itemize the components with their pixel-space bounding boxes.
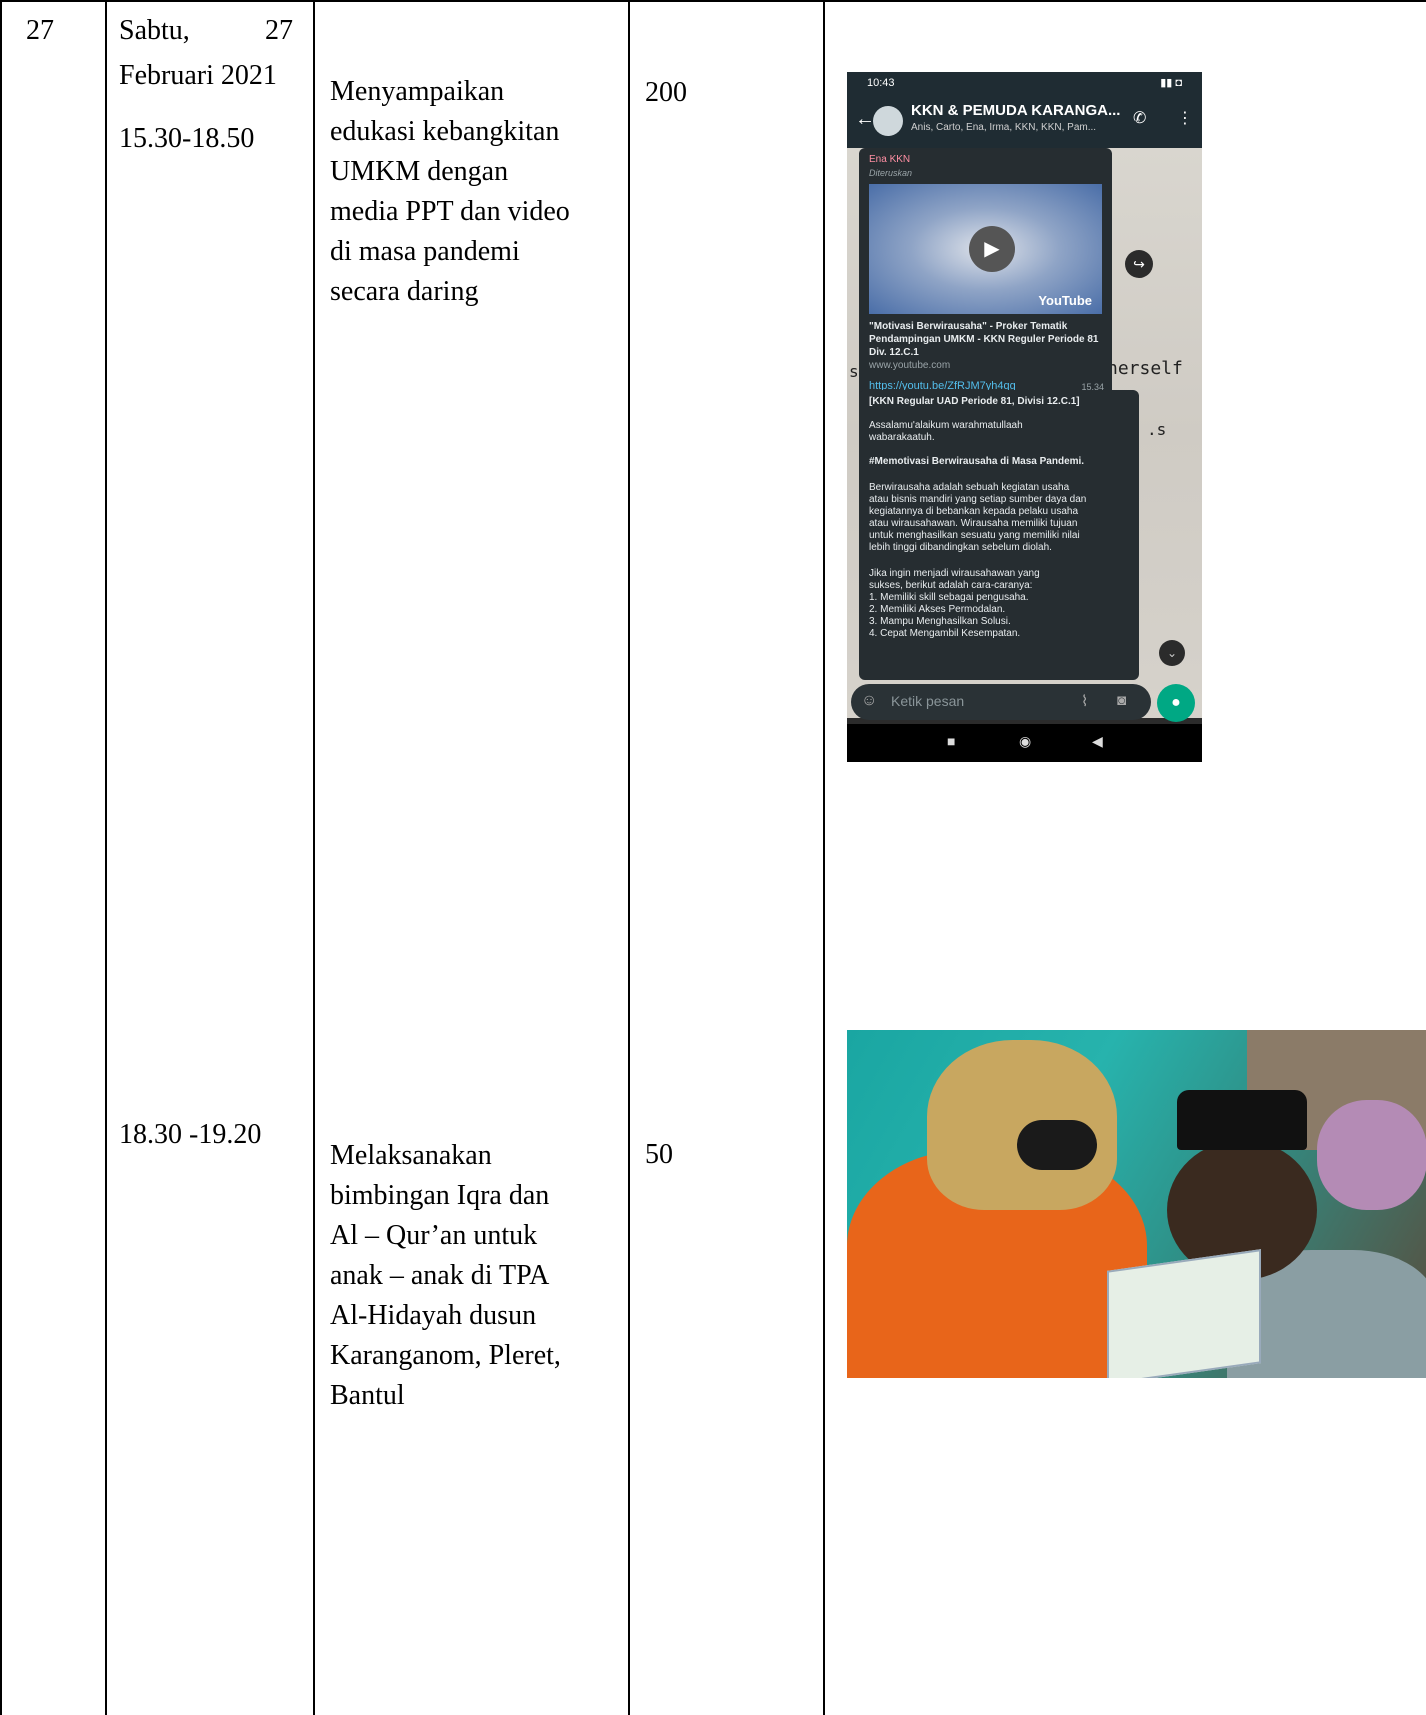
message-input[interactable]: ☺ Ketik pesan ⌇ ◙ — [851, 684, 1151, 720]
chat-header: ← KKN & PEMUDA KARANGA... Anis, Carto, E… — [847, 94, 1202, 148]
message-line: Assalamu'alaikum warahmatullaah — [869, 420, 1023, 431]
camera-icon[interactable]: ◙ — [1117, 692, 1126, 709]
mic-icon[interactable]: ● — [1157, 684, 1195, 722]
message-sender: Ena KKN — [869, 154, 911, 165]
day-label: Sabtu, — [119, 15, 190, 46]
add-call-icon[interactable]: ✆ — [1133, 108, 1146, 128]
description-line: anak – anak di TPA — [330, 1260, 550, 1291]
activity-description-2: Melaksanakan bimbingan Iqra dan Al – Qur… — [330, 1136, 561, 1416]
signal-battery-icon: ▮▮ ◘ — [1160, 77, 1182, 89]
description-line: Melaksanakan — [330, 1140, 492, 1171]
youtube-logo: YouTube — [1038, 293, 1092, 308]
scroll-down-icon[interactable]: ⌄ — [1159, 640, 1185, 666]
description-line: UMKM dengan — [330, 156, 509, 187]
group-members: Anis, Carto, Ena, Irma, KKN, KKN, Pam... — [911, 122, 1097, 133]
attach-icon[interactable]: ⌇ — [1081, 692, 1088, 710]
status-time: 10:43 — [867, 77, 895, 89]
table-divider-1 — [105, 0, 107, 1715]
description-line: Al – Qur’an untuk — [330, 1220, 538, 1251]
message-line: [KKN Regular UAD Periode 81, Divisi 12.C… — [869, 396, 1080, 407]
activity-time-1: 15.30-18.50 — [119, 123, 255, 154]
tpa-teaching-photo — [847, 1030, 1426, 1378]
status-bar: 10:43 ▮▮ ◘ — [847, 72, 1202, 94]
message-line: atau wirausahawan. Wirausaha memiliki tu… — [869, 518, 1078, 529]
description-line: media PPT dan video — [330, 196, 570, 227]
table-divider-3 — [628, 0, 630, 1715]
table-border-top — [0, 0, 1426, 2]
input-placeholder[interactable]: Ketik pesan — [891, 693, 964, 709]
activity-time-2: 18.30 -19.20 — [119, 1119, 262, 1150]
recents-icon[interactable]: ■ — [947, 733, 955, 749]
description-line: secara daring — [330, 276, 479, 307]
row-number: 27 — [26, 15, 54, 46]
whatsapp-screenshot: s nerself .s 10:43 ▮▮ ◘ ← KKN & PEMUDA K… — [847, 72, 1202, 762]
message-line: 1. Memiliki skill sebagai pengusaha. — [869, 592, 1029, 603]
description-line: edukasi kebangkitan — [330, 116, 560, 147]
forward-icon[interactable]: ↪ — [1125, 250, 1153, 278]
table-divider-4 — [823, 0, 825, 1715]
message-line: Berwirausaha adalah sebuah kegiatan usah… — [869, 482, 1070, 493]
description-line: di masa pandemi — [330, 236, 520, 267]
month-year: Februari 2021 — [119, 60, 277, 91]
message-line: Jika ingin menjadi wirausahawan yang — [869, 568, 1040, 579]
video-title: "Motivasi Berwirausaha" - Proker Tematik… — [869, 321, 1099, 358]
participant-count-1: 200 — [645, 77, 687, 108]
message-line: atau bisnis mandiri yang setiap sumber d… — [869, 494, 1087, 505]
description-line: Bantul — [330, 1380, 405, 1411]
message-line: #Memotivasi Berwirausaha di Masa Pandemi… — [869, 456, 1085, 467]
description-line: Menyampaikan — [330, 76, 505, 107]
day-number: 27 — [265, 15, 293, 46]
text-message-bubble[interactable]: [KKN Regular UAD Periode 81, Divisi 12.C… — [859, 390, 1139, 680]
video-domain: www.youtube.com — [869, 360, 951, 371]
activity-description-1: Menyampaikan edukasi kebangkitan UMKM de… — [330, 72, 570, 312]
message-line: 4. Cepat Mengambil Kesempatan. — [869, 628, 1021, 639]
message-line: 2. Memiliki Akses Permodalan. — [869, 604, 1006, 615]
forwarded-label: Diteruskan — [869, 168, 913, 178]
android-nav-bar: ■ ◉ ◀ — [847, 724, 1202, 762]
table-border-left — [0, 0, 2, 1715]
emoji-icon[interactable]: ☺ — [861, 692, 877, 710]
participant-count-2: 50 — [645, 1139, 673, 1170]
background-text-left: s — [849, 362, 859, 381]
back-arrow-icon[interactable]: ← — [855, 108, 875, 131]
message-line: untuk menghasilkan sesuatu yang memiliki… — [869, 530, 1080, 541]
message-line: lebih tinggi dibandingkan sebelum diolah… — [869, 542, 1052, 553]
group-name[interactable]: KKN & PEMUDA KARANGA... — [911, 102, 1120, 119]
description-line: Karanganom, Pleret, — [330, 1340, 561, 1371]
back-nav-icon[interactable]: ◀ — [1092, 733, 1103, 750]
background-text-right-2: .s — [1147, 420, 1167, 439]
message-line: wabarakaatuh. — [869, 432, 935, 443]
play-icon[interactable]: ▶ — [969, 226, 1015, 272]
message-line: kegiatannya di bebankan kepada pelaku us… — [869, 506, 1079, 517]
background-text-right: nerself — [1107, 358, 1183, 379]
description-line: Al-Hidayah dusun — [330, 1300, 537, 1331]
message-line: sukses, berikut adalah cara-caranya: — [869, 580, 1033, 591]
group-avatar[interactable] — [873, 106, 903, 136]
message-line: 3. Mampu Menghasilkan Solusi. — [869, 616, 1011, 627]
video-thumbnail[interactable]: ▶ YouTube — [869, 184, 1102, 314]
description-line: bimbingan Iqra dan — [330, 1180, 550, 1211]
home-icon[interactable]: ◉ — [1019, 733, 1031, 750]
more-options-icon[interactable]: ⋮ — [1177, 108, 1193, 128]
table-divider-2 — [313, 0, 315, 1715]
